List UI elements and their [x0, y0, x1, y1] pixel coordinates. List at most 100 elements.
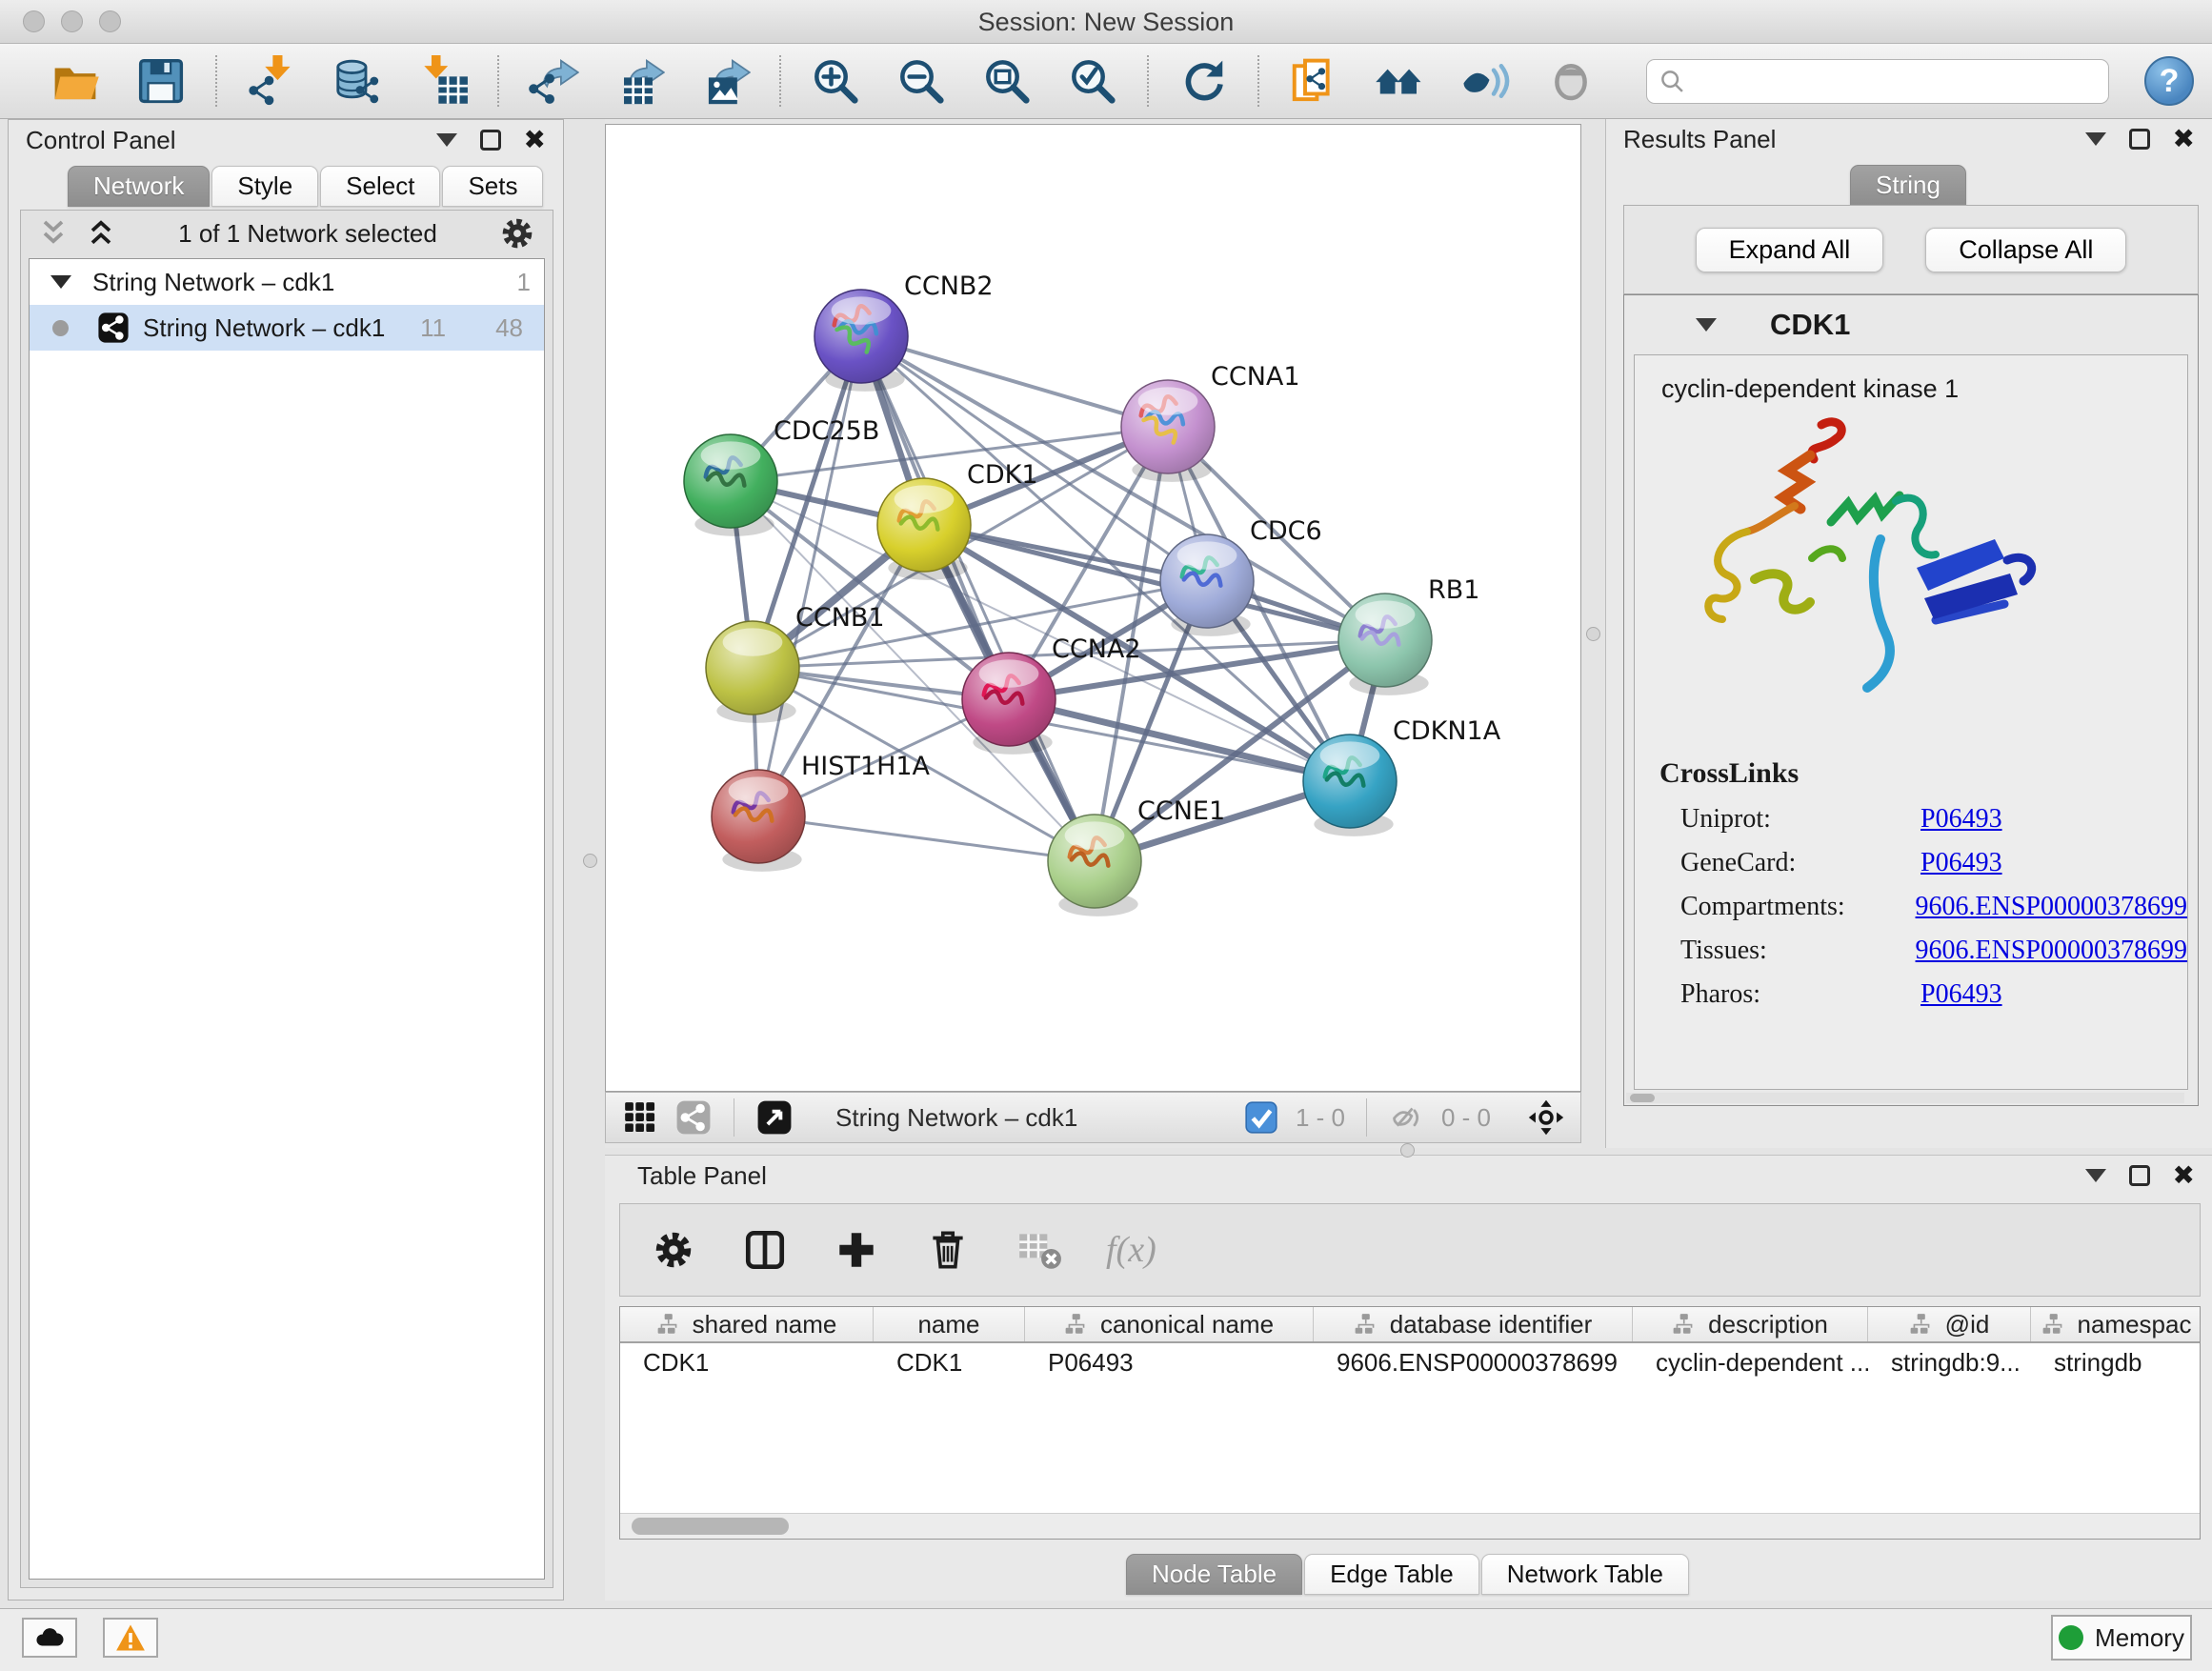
network-graph[interactable]: CCNB2 CCNA1 CDC25B CDK1 CDC6 RB1 CCNB1 — [606, 125, 1580, 1091]
tab-style[interactable]: Style — [211, 166, 318, 207]
show-graphics-details-icon[interactable] — [1458, 53, 1513, 109]
minimize-window-button[interactable] — [61, 10, 83, 32]
collapse-all-icon[interactable] — [36, 216, 70, 251]
column-header-name[interactable]: name — [874, 1307, 1025, 1341]
panel-close-icon[interactable]: ✖ — [2173, 129, 2195, 150]
network-node-HIST1H1A[interactable]: HIST1H1A — [712, 752, 931, 872]
pan-crosshair-icon[interactable] — [1527, 1098, 1565, 1137]
tab-sets[interactable]: Sets — [442, 166, 543, 207]
tab-network-table[interactable]: Network Table — [1481, 1554, 1689, 1595]
home-view-icon[interactable] — [1372, 53, 1427, 109]
warnings-button[interactable] — [103, 1618, 158, 1658]
memory-button[interactable]: Memory — [2051, 1615, 2192, 1661]
scrollbar-thumb[interactable] — [632, 1518, 789, 1535]
export-image-icon[interactable] — [697, 53, 753, 109]
crosslink-link[interactable]: P06493 — [1920, 848, 2002, 878]
crosslink-link[interactable]: P06493 — [1920, 979, 2002, 1010]
crosslink-link[interactable]: 9606.ENSP00000378699 — [1916, 936, 2187, 966]
search-box[interactable] — [1646, 59, 2109, 104]
network-canvas[interactable]: CCNB2 CCNA1 CDC25B CDK1 CDC6 RB1 CCNB1 — [605, 124, 1581, 1092]
network-view-icon[interactable] — [674, 1098, 713, 1137]
copy-document-icon[interactable] — [1286, 53, 1341, 109]
import-network-database-icon[interactable] — [330, 53, 385, 109]
crosslink-link[interactable]: P06493 — [1920, 804, 2002, 835]
hidden-eye-icon[interactable] — [1388, 1098, 1426, 1137]
column-header-@id[interactable]: @id — [1868, 1307, 2031, 1341]
save-session-icon[interactable] — [133, 53, 189, 109]
gear-icon[interactable] — [497, 213, 537, 253]
results-horizontal-scrollbar[interactable] — [1626, 1093, 2184, 1103]
network-node-CDKN1A[interactable]: CDKN1A — [1303, 716, 1501, 836]
tab-node-table[interactable]: Node Table — [1126, 1554, 1302, 1595]
close-window-button[interactable] — [23, 10, 45, 32]
selected-checkbox-icon[interactable] — [1242, 1098, 1280, 1137]
network-view-panel: CCNB2 CCNA1 CDC25B CDK1 CDC6 RB1 CCNB1 — [605, 119, 1581, 1148]
panel-collapse-icon[interactable] — [2085, 132, 2106, 146]
tree-expand-caret-icon[interactable] — [50, 275, 71, 289]
crosslink-link[interactable]: 9606.ENSP00000378699 — [1916, 892, 2187, 922]
zoom-in-icon[interactable] — [808, 53, 863, 109]
add-column-icon[interactable] — [832, 1225, 881, 1275]
network-collection-row[interactable]: String Network – cdk1 1 — [30, 259, 544, 305]
network-node-CCNA1[interactable]: CCNA1 — [1121, 362, 1300, 482]
show-columns-icon[interactable] — [740, 1225, 790, 1275]
network-row[interactable]: String Network – cdk1 11 48 — [30, 305, 544, 351]
network-node-CDC25B[interactable]: CDC25B — [684, 416, 879, 536]
hide-graphics-icon[interactable] — [1543, 53, 1599, 109]
table-settings-gear-icon[interactable] — [649, 1225, 698, 1275]
tab-edge-table[interactable]: Edge Table — [1304, 1554, 1479, 1595]
export-network-icon[interactable] — [526, 53, 581, 109]
expand-all-icon[interactable] — [84, 216, 118, 251]
refresh-layout-icon[interactable] — [1176, 53, 1231, 109]
tab-select[interactable]: Select — [320, 166, 440, 207]
panel-collapse-icon[interactable] — [2085, 1169, 2106, 1182]
node-table[interactable]: shared namenamecanonical namedatabase id… — [619, 1306, 2201, 1540]
splitter-handle[interactable] — [1400, 1143, 1415, 1158]
open-session-icon[interactable] — [48, 53, 103, 109]
network-node-RB1[interactable]: RB1 — [1338, 575, 1479, 695]
panel-float-icon[interactable] — [480, 130, 501, 151]
gene-collapse-caret-icon[interactable] — [1696, 318, 1717, 332]
zoom-fit-icon[interactable] — [979, 53, 1035, 109]
panel-close-icon[interactable]: ✖ — [2173, 1165, 2195, 1186]
zoom-out-icon[interactable] — [894, 53, 949, 109]
protein-structure-image — [1679, 415, 2064, 724]
window-controls[interactable] — [23, 10, 121, 32]
delete-table-icon[interactable] — [1015, 1225, 1064, 1275]
panel-float-icon[interactable] — [2129, 129, 2150, 150]
export-table-icon[interactable] — [612, 53, 667, 109]
tab-string[interactable]: String — [1850, 165, 1966, 206]
grid-view-icon[interactable] — [621, 1098, 659, 1137]
network-node-CDK1[interactable]: CDK1 — [877, 460, 1038, 580]
panel-collapse-icon[interactable] — [436, 133, 457, 147]
import-table-file-icon[interactable] — [415, 53, 471, 109]
splitter-handle[interactable] — [583, 854, 597, 868]
splitter-handle[interactable] — [1586, 627, 1600, 641]
table-cell: CDK1 — [620, 1343, 874, 1383]
crosslink-label: Pharos: — [1680, 979, 1920, 1010]
function-builder-icon[interactable]: f(x) — [1106, 1229, 1156, 1271]
expand-all-button[interactable]: Expand All — [1696, 228, 1884, 272]
column-header-namespac[interactable]: namespac — [2031, 1307, 2201, 1341]
collapse-all-button[interactable]: Collapse All — [1925, 228, 2126, 272]
toolbar-separator — [1147, 55, 1149, 107]
column-header-canonical-name[interactable]: canonical name — [1025, 1307, 1314, 1341]
column-header-shared-name[interactable]: shared name — [620, 1307, 874, 1341]
navigator-icon[interactable] — [755, 1098, 794, 1137]
zoom-selected-icon[interactable] — [1065, 53, 1120, 109]
maximize-window-button[interactable] — [99, 10, 121, 32]
cloud-button[interactable] — [22, 1618, 77, 1658]
titlebar: Session: New Session — [0, 0, 2212, 44]
delete-column-trash-icon[interactable] — [923, 1225, 973, 1275]
panel-float-icon[interactable] — [2129, 1165, 2150, 1186]
import-network-file-icon[interactable] — [244, 53, 299, 109]
tab-network[interactable]: Network — [68, 166, 210, 207]
help-button[interactable]: ? — [2144, 56, 2194, 106]
table-row[interactable]: CDK1CDK1P064939606.ENSP00000378699cyclin… — [620, 1343, 2200, 1383]
panel-close-icon[interactable]: ✖ — [524, 130, 546, 151]
search-input[interactable] — [1697, 68, 2099, 95]
column-header-description[interactable]: description — [1633, 1307, 1868, 1341]
table-horizontal-scrollbar[interactable] — [620, 1513, 2200, 1539]
network-list: String Network – cdk1 1 String Network –… — [29, 258, 545, 1580]
column-header-database-identifier[interactable]: database identifier — [1314, 1307, 1633, 1341]
